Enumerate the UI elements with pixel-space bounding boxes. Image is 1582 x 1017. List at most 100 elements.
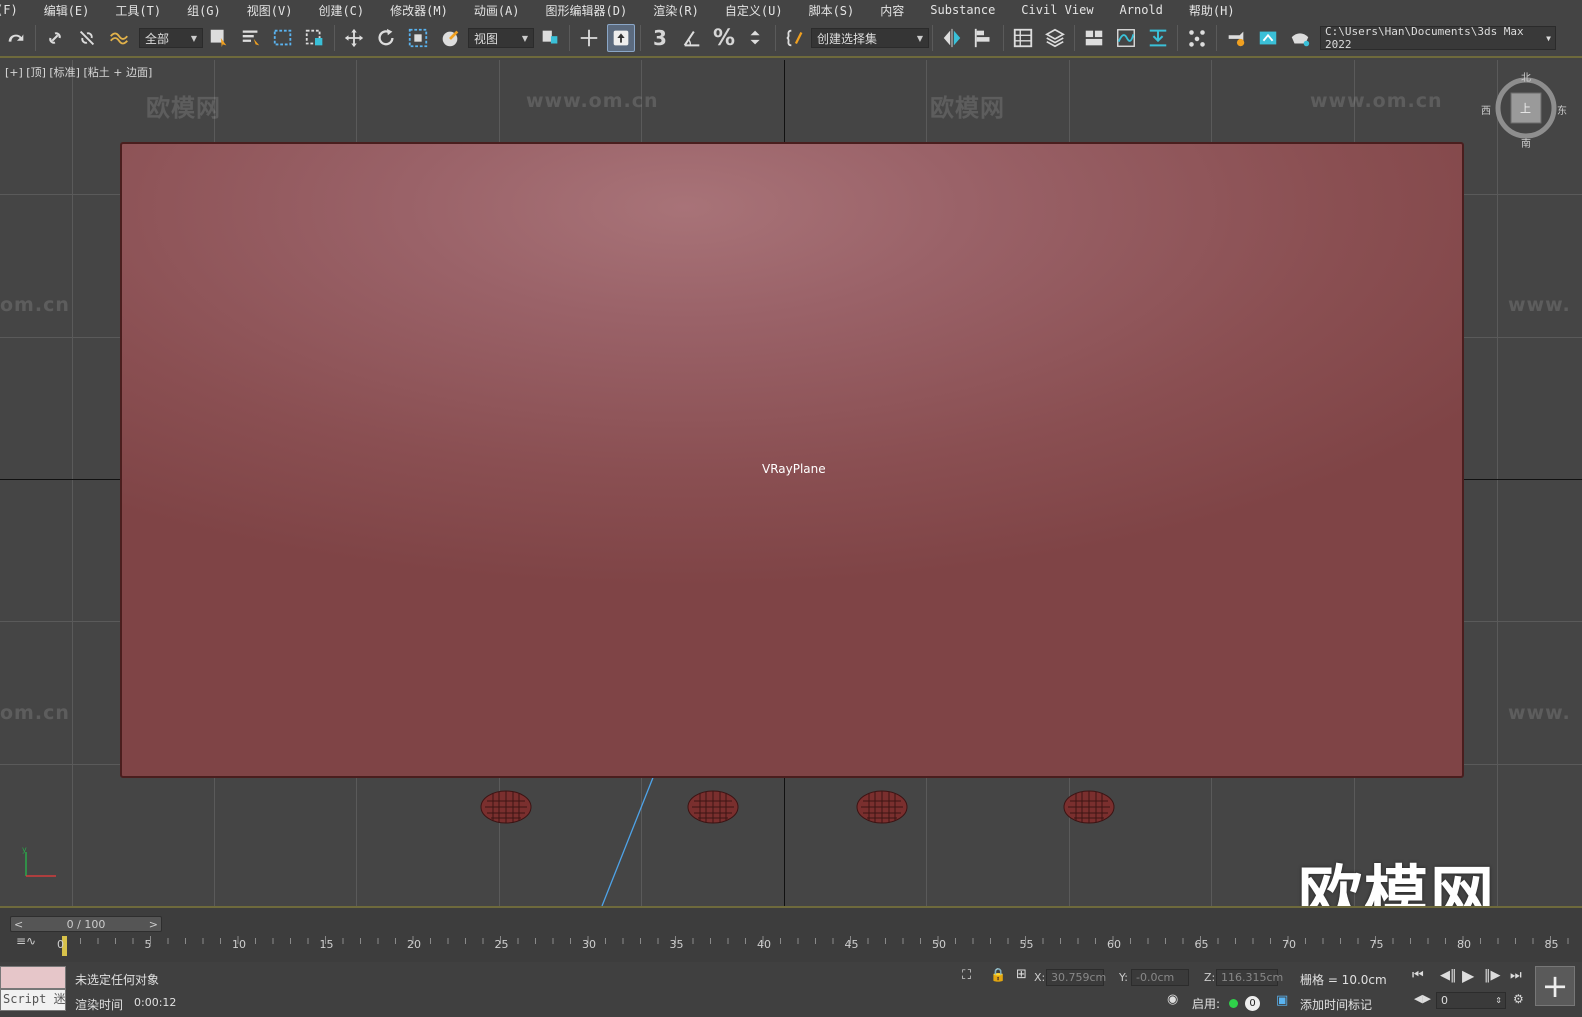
pendant-lamp[interactable] <box>1062 785 1116 825</box>
menu-item[interactable]: 内容 <box>867 2 917 19</box>
scale-icon[interactable] <box>404 24 432 52</box>
rect-selection-region-icon[interactable] <box>269 24 297 52</box>
go-to-start-icon[interactable]: ⏮ <box>1412 968 1424 983</box>
next-frame-icon[interactable]: ‖▶ <box>1484 968 1501 983</box>
viewport-top[interactable]: 欧模网 www.om.cn 欧模网 www.om.cn om.cn 欧模网 ww… <box>0 60 1582 906</box>
viewcube-east[interactable]: 东 <box>1557 102 1567 117</box>
viewcube[interactable]: 北 南 西 东 上 <box>1481 73 1567 150</box>
redo-icon[interactable] <box>2 24 30 52</box>
menu-item[interactable]: 工具(T) <box>102 2 174 19</box>
named-selection-set-dropdown[interactable]: 创建选择集 ▼ <box>811 28 929 48</box>
pendant-lamp[interactable] <box>855 785 909 825</box>
pendant-lamp[interactable] <box>479 785 533 825</box>
pivot-center-icon[interactable] <box>536 24 564 52</box>
selection-filter-dropdown[interactable]: 全部 ▼ <box>139 28 203 48</box>
edit-named-selection-icon[interactable] <box>781 24 809 52</box>
time-slider[interactable]: < 0 / 100 > <box>10 916 162 932</box>
layer-explorer-icon[interactable] <box>1041 24 1069 52</box>
curve-editor-icon[interactable] <box>1112 24 1140 52</box>
current-frame-field[interactable]: 0 ⇕ <box>1436 992 1506 1009</box>
adaptive-degradation-icon[interactable]: ◉ <box>1167 992 1178 1007</box>
menu-item[interactable]: 动画(A) <box>461 2 533 19</box>
curve-editor-mini-icon[interactable]: ≡∿ <box>16 934 56 954</box>
absolute-mode-icon[interactable]: ⊞ <box>1016 967 1027 982</box>
menu-item[interactable]: Arnold <box>1107 3 1176 17</box>
listener-input[interactable]: Script 迷 <box>0 989 66 1011</box>
project-path-field[interactable]: C:\Users\Han\Documents\3ds Max 2022 ▼ <box>1320 25 1556 51</box>
link-icon[interactable] <box>41 24 69 52</box>
select-manipulate-icon[interactable] <box>575 24 603 52</box>
window-crossing-icon[interactable] <box>301 24 329 52</box>
viewcube-west[interactable]: 西 <box>1481 102 1491 117</box>
reference-coord-dropdown[interactable]: 视图 ▼ <box>468 28 534 48</box>
render-setup-icon[interactable] <box>1222 24 1250 52</box>
timeline-ruler[interactable] <box>62 936 1572 962</box>
schematic-view-icon[interactable] <box>1144 24 1172 52</box>
rendered-frame-window-icon[interactable] <box>1254 24 1282 52</box>
frame-spinner-icon[interactable]: ⇕ <box>1495 996 1502 1005</box>
listener-output[interactable] <box>0 966 66 989</box>
rotate-icon[interactable] <box>372 24 400 52</box>
y-coordinate-field[interactable]: -0.0cm <box>1131 969 1189 986</box>
time-tag-icon[interactable]: ▣ <box>1276 993 1288 1008</box>
time-config-icon[interactable]: ⚙ <box>1513 992 1524 1006</box>
material-editor-icon[interactable] <box>1183 24 1211 52</box>
vray-plane[interactable] <box>120 142 1464 778</box>
viewcube-south[interactable]: 南 <box>1521 135 1531 150</box>
select-object-icon[interactable] <box>205 24 233 52</box>
align-icon[interactable] <box>970 24 998 52</box>
menu-item[interactable]: (F) <box>0 3 31 17</box>
menu-item[interactable]: 组(G) <box>174 2 234 19</box>
scene-explorer-icon[interactable] <box>1009 24 1037 52</box>
placement-icon[interactable] <box>436 24 464 52</box>
angle-snap-icon[interactable] <box>678 24 706 52</box>
play-icon[interactable]: ▶ <box>1462 966 1474 985</box>
render-production-icon[interactable] <box>1286 24 1314 52</box>
add-time-tag[interactable]: 添加时间标记 <box>1300 996 1372 1013</box>
viewcube-north[interactable]: 北 <box>1521 69 1531 84</box>
grid-line <box>72 60 73 906</box>
menu-item[interactable]: Substance <box>917 3 1008 17</box>
ribbon-toggle-icon[interactable] <box>1080 24 1108 52</box>
menu-item[interactable]: 修改器(M) <box>377 2 461 19</box>
y-label: Y: <box>1119 971 1128 984</box>
move-icon[interactable] <box>340 24 368 52</box>
mirror-icon[interactable] <box>938 24 966 52</box>
menu-item[interactable]: 图形编辑器(D) <box>533 2 641 19</box>
lock-selection-icon[interactable]: 🔒 <box>990 968 1006 983</box>
menu-item[interactable]: Civil View <box>1008 3 1106 17</box>
isolate-selection-icon[interactable]: ⛶ <box>962 968 971 983</box>
enable-label: 启用: <box>1192 997 1221 1011</box>
zero-badge[interactable]: 0 <box>1245 996 1260 1011</box>
previous-frame-icon[interactable]: ◀‖ <box>1440 968 1457 983</box>
menu-item[interactable]: 脚本(S) <box>796 2 868 19</box>
go-to-end-icon[interactable]: ⏭ <box>1510 968 1522 983</box>
z-coordinate-field[interactable]: 116.315cm <box>1216 969 1283 986</box>
time-prev-button[interactable]: < <box>14 918 23 931</box>
menu-item[interactable]: 帮助(H) <box>1176 2 1248 19</box>
menu-item[interactable]: 编辑(E) <box>31 2 103 19</box>
key-mode-icon[interactable]: ◀▶ <box>1414 992 1431 1005</box>
ruler-label: 85 <box>1544 938 1559 951</box>
menu-item[interactable]: 渲染(R) <box>640 2 712 19</box>
menu-item[interactable]: 创建(C) <box>305 2 377 19</box>
menu-item[interactable]: 自定义(U) <box>712 2 796 19</box>
x-coordinate-field[interactable]: 30.759cm <box>1046 969 1106 986</box>
maxscript-listener[interactable]: Script 迷 <box>0 966 66 1014</box>
spinner-snap-icon[interactable] <box>742 24 770 52</box>
menu-item[interactable]: 视图(V) <box>234 2 306 19</box>
viewport-label[interactable]: [+] [顶] [标准] [粘土 + 边面] <box>5 64 152 80</box>
create-panel-button[interactable]: + <box>1535 966 1575 1006</box>
viewcube-face[interactable]: 上 <box>1520 100 1531 116</box>
unlink-icon[interactable] <box>73 24 101 52</box>
bind-spacewarp-icon[interactable] <box>105 24 133 52</box>
render-time-label: 渲染时间 <box>75 998 124 1012</box>
select-by-name-icon[interactable] <box>237 24 265 52</box>
percent-snap-icon[interactable]: % <box>710 24 738 52</box>
keyboard-shortcut-override-icon[interactable] <box>607 24 635 52</box>
ruler-label: 80 <box>1457 938 1471 951</box>
pendant-lamp[interactable] <box>686 785 740 825</box>
selection-line <box>601 770 657 906</box>
snaps-toggle-icon[interactable]: 3 <box>646 24 674 52</box>
time-next-button[interactable]: > <box>149 918 158 931</box>
